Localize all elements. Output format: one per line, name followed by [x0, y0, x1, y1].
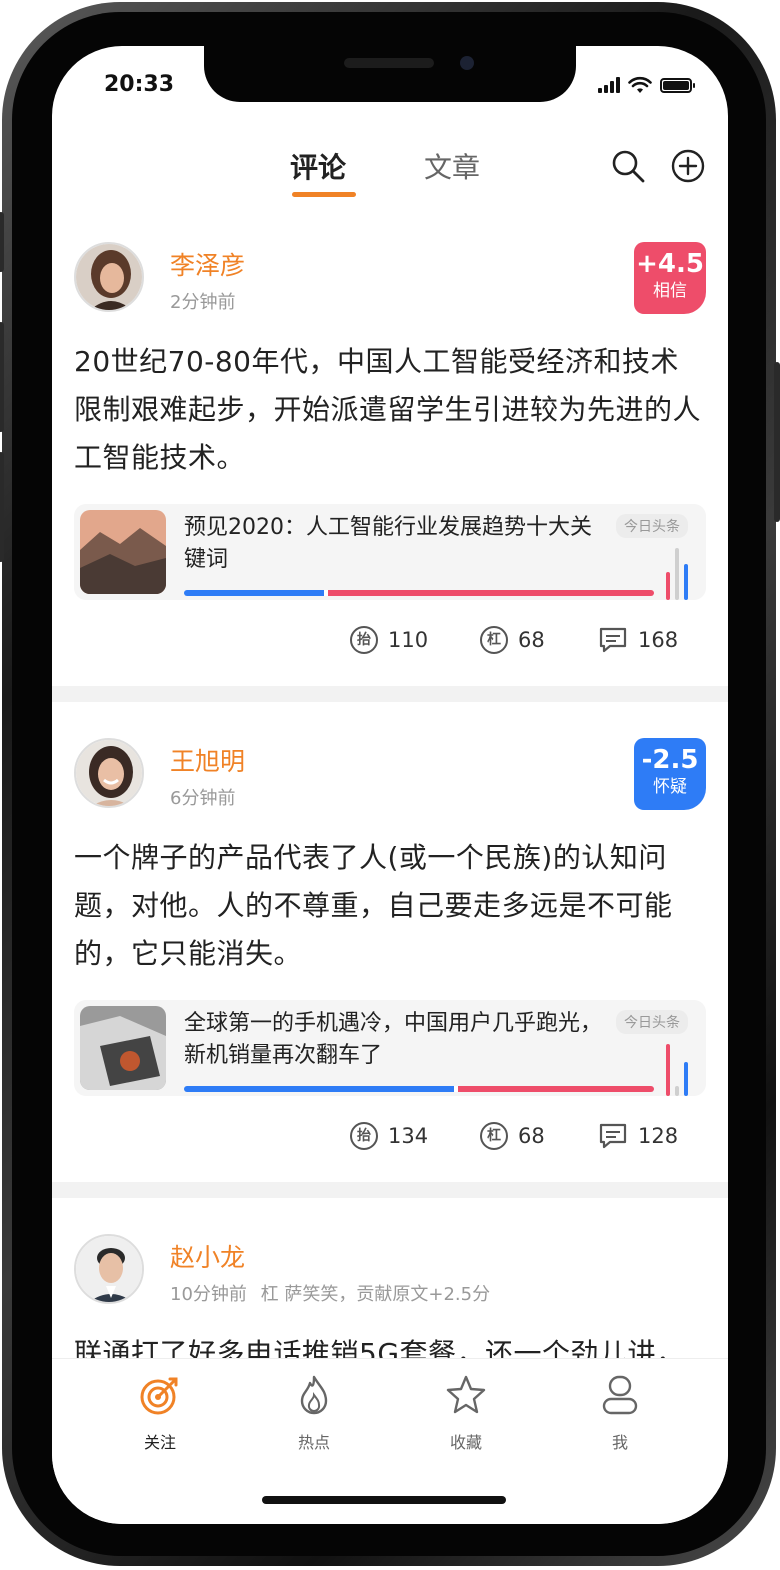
- nav-label: 关注: [143, 1433, 176, 1452]
- username[interactable]: 赵小龙: [170, 1238, 245, 1274]
- vote-bar-doubt: [184, 590, 324, 596]
- post-meta: 10分钟前 杠 萨笑笑，贡献原文+2.5分: [170, 1280, 490, 1306]
- contribution-note: 杠 萨笑笑，贡献原文+2.5分: [260, 1284, 491, 1305]
- nav-favorites[interactable]: 收藏: [426, 1373, 506, 1453]
- post-time: 2分钟前: [170, 292, 236, 313]
- target-icon: [140, 1377, 178, 1415]
- mute-switch: [0, 212, 4, 272]
- vote-bar-believe: [458, 1086, 654, 1092]
- comment-button[interactable]: 168: [598, 626, 678, 654]
- gang-count: 68: [518, 628, 545, 652]
- status-time: 20:33: [104, 72, 175, 97]
- volume-down-button: [0, 452, 4, 562]
- vote-ratio-bar: [184, 1086, 654, 1092]
- source-tag: 今日头条: [616, 514, 688, 538]
- linked-article-card[interactable]: 预见2020：人工智能行业发展趋势十大关键词 今日头条: [74, 504, 706, 600]
- post-card[interactable]: 王旭明 6分钟前 -2.5 怀疑 一个牌子的产品代表了人(或一个民族)的认知问题…: [52, 702, 728, 1182]
- score-badge: -2.5 怀疑: [634, 738, 706, 810]
- article-thumbnail: [80, 1006, 166, 1090]
- post-text: 一个牌子的产品代表了人(或一个民族)的认知问题，对他。人的不尊重，自己要走多远是…: [74, 841, 673, 970]
- score-value: -2.5: [641, 745, 699, 775]
- nav-follow[interactable]: 关注: [120, 1373, 200, 1453]
- tai-count: 110: [388, 628, 429, 652]
- front-camera: [460, 56, 474, 70]
- score-badge: +4.5 相信: [634, 242, 706, 314]
- screen: 20:33 评论 文章 李泽彦 2分钟前 +4.5 相信 20世纪70-80年代…: [52, 46, 728, 1524]
- linked-article-card[interactable]: 全球第一的手机遇冷，中国用户几乎跑光，新机销量再次翻车了 今日头条: [74, 1000, 706, 1096]
- power-button: [774, 362, 780, 522]
- gang-button[interactable]: 杠 68: [480, 1122, 545, 1150]
- battery-icon: [660, 77, 695, 93]
- score-label: 怀疑: [653, 777, 687, 797]
- avatar[interactable]: [74, 1234, 144, 1304]
- mini-vote-bars: [666, 1044, 688, 1096]
- tab-comments[interactable]: 评论: [290, 146, 346, 186]
- post-time: 10分钟前: [170, 1284, 247, 1305]
- tai-button[interactable]: 抬 110: [350, 626, 428, 654]
- article-thumbnail: [80, 510, 166, 594]
- source-tag: 今日头条: [616, 1010, 688, 1034]
- avatar[interactable]: [74, 738, 144, 808]
- status-icons: [598, 76, 695, 94]
- comment-count: 128: [638, 1124, 679, 1148]
- comment-button[interactable]: 128: [598, 1122, 678, 1150]
- comment-icon: [599, 627, 627, 653]
- notch: [204, 46, 576, 102]
- nav-label: 热点: [297, 1433, 330, 1452]
- username[interactable]: 李泽彦: [170, 246, 245, 282]
- article-title[interactable]: 全球第一的手机遇冷，中国用户几乎跑光，新机销量再次翻车了: [184, 1008, 604, 1072]
- tai-button[interactable]: 抬 134: [350, 1122, 428, 1150]
- vote-bar-believe: [327, 590, 654, 596]
- cellular-signal-icon: [598, 77, 620, 93]
- divider: [52, 1182, 728, 1198]
- vote-ratio-bar: [184, 590, 654, 596]
- post-card[interactable]: 李泽彦 2分钟前 +4.5 相信 20世纪70-80年代，中国人工智能受经济和技…: [52, 206, 728, 686]
- comment-count: 168: [638, 628, 679, 652]
- star-icon: [446, 1375, 486, 1414]
- action-bar: 抬 134 杠 68 128: [74, 1096, 706, 1182]
- nav-label: 我: [611, 1433, 628, 1452]
- mini-vote-bars: [666, 548, 688, 600]
- wifi-icon: [628, 76, 652, 93]
- username[interactable]: 王旭明: [170, 742, 245, 778]
- post-time: 6分钟前: [170, 788, 236, 809]
- volume-up-button: [0, 322, 4, 432]
- nav-me[interactable]: 我: [580, 1373, 660, 1453]
- score-label: 相信: [653, 281, 687, 301]
- nav-trending[interactable]: 热点: [274, 1373, 354, 1453]
- add-circle-icon[interactable]: [670, 148, 706, 184]
- action-bar: 抬 110 杠 68 168: [74, 600, 706, 686]
- gang-button[interactable]: 杠 68: [480, 626, 545, 654]
- active-tab-indicator: [292, 192, 356, 197]
- tai-count: 134: [388, 1124, 429, 1148]
- vote-bar-doubt: [184, 1086, 455, 1092]
- post-text: 20世纪70-80年代，中国人工智能受经济和技术限制艰难起步，开始派遣留学生引进…: [74, 345, 702, 474]
- speaker: [344, 58, 434, 68]
- top-header: 评论 文章: [52, 136, 728, 206]
- tai-icon: 抬: [350, 626, 378, 654]
- tab-articles[interactable]: 文章: [424, 146, 480, 186]
- user-icon: [602, 1375, 638, 1415]
- nav-label: 收藏: [449, 1433, 482, 1452]
- divider: [52, 686, 728, 702]
- gang-count: 68: [518, 1124, 545, 1148]
- article-title[interactable]: 预见2020：人工智能行业发展趋势十大关键词: [184, 512, 604, 576]
- tai-icon: 抬: [350, 1122, 378, 1150]
- home-indicator[interactable]: [262, 1496, 506, 1504]
- comment-icon: [599, 1123, 627, 1149]
- avatar[interactable]: [74, 242, 144, 312]
- search-icon[interactable]: [610, 148, 646, 184]
- gang-icon: 杠: [480, 1122, 508, 1150]
- score-value: +4.5: [636, 249, 704, 279]
- gang-icon: 杠: [480, 626, 508, 654]
- flame-icon: [300, 1375, 328, 1415]
- comment-feed: 李泽彦 2分钟前 +4.5 相信 20世纪70-80年代，中国人工智能受经济和技…: [52, 206, 728, 1426]
